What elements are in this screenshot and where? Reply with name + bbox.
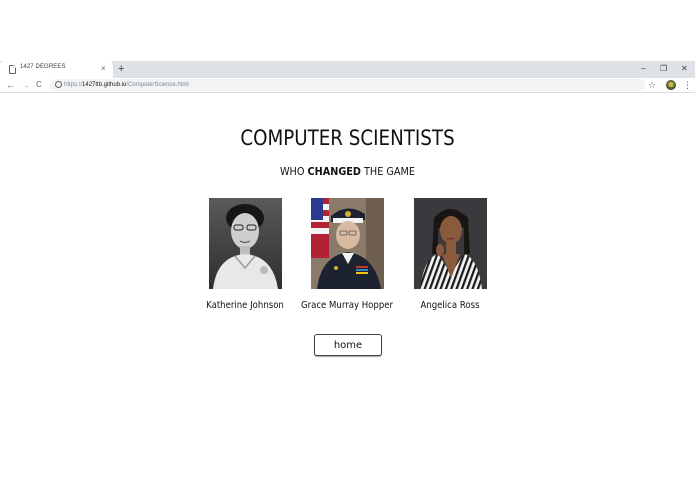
reload-icon[interactable]: C [36, 79, 42, 91]
tab-1427-degrees[interactable]: 1427 DEGREES × [0, 61, 113, 78]
tab-bar: 1427 DEGREES × + – ❐ ✕ [0, 61, 695, 78]
address-bar[interactable]: https://1427ttb.github.io/ComputerScienc… [50, 79, 645, 91]
info-icon[interactable] [55, 81, 62, 88]
name-grace-murray-hopper: Grace Murray Hopper [300, 300, 394, 311]
page-title: COMPUTER SCIENTISTS [240, 126, 455, 150]
restore-icon[interactable]: ❐ [660, 63, 667, 75]
bookmark-star-icon[interactable]: ☆ [648, 79, 656, 91]
page-subtitle: WHO CHANGED THE GAME [279, 165, 415, 178]
back-icon[interactable]: ← [6, 79, 15, 91]
photo-katherine-johnson [209, 198, 282, 289]
page-icon [9, 65, 16, 74]
home-button[interactable]: home [314, 334, 382, 356]
url-text: https://1427ttb.github.io/ComputerScienc… [64, 82, 189, 88]
extension-icon[interactable] [666, 80, 676, 90]
new-tab-icon[interactable]: + [118, 62, 124, 76]
photo-angelica-ross [414, 198, 487, 289]
name-katherine-johnson: Katherine Johnson [206, 300, 284, 311]
menu-icon[interactable]: ⋮ [683, 79, 692, 91]
forward-icon[interactable]: → [21, 79, 30, 91]
minimize-icon[interactable]: – [641, 63, 645, 75]
browser-toolbar: ← → C https://1427ttb.github.io/Computer… [0, 78, 695, 93]
close-icon[interactable]: × [101, 63, 106, 75]
name-angelica-ross: Angelica Ross [420, 300, 480, 311]
photo-grace-murray-hopper [311, 198, 384, 289]
tab-title: 1427 DEGREES [20, 64, 66, 70]
window-close-icon[interactable]: ✕ [681, 63, 688, 75]
